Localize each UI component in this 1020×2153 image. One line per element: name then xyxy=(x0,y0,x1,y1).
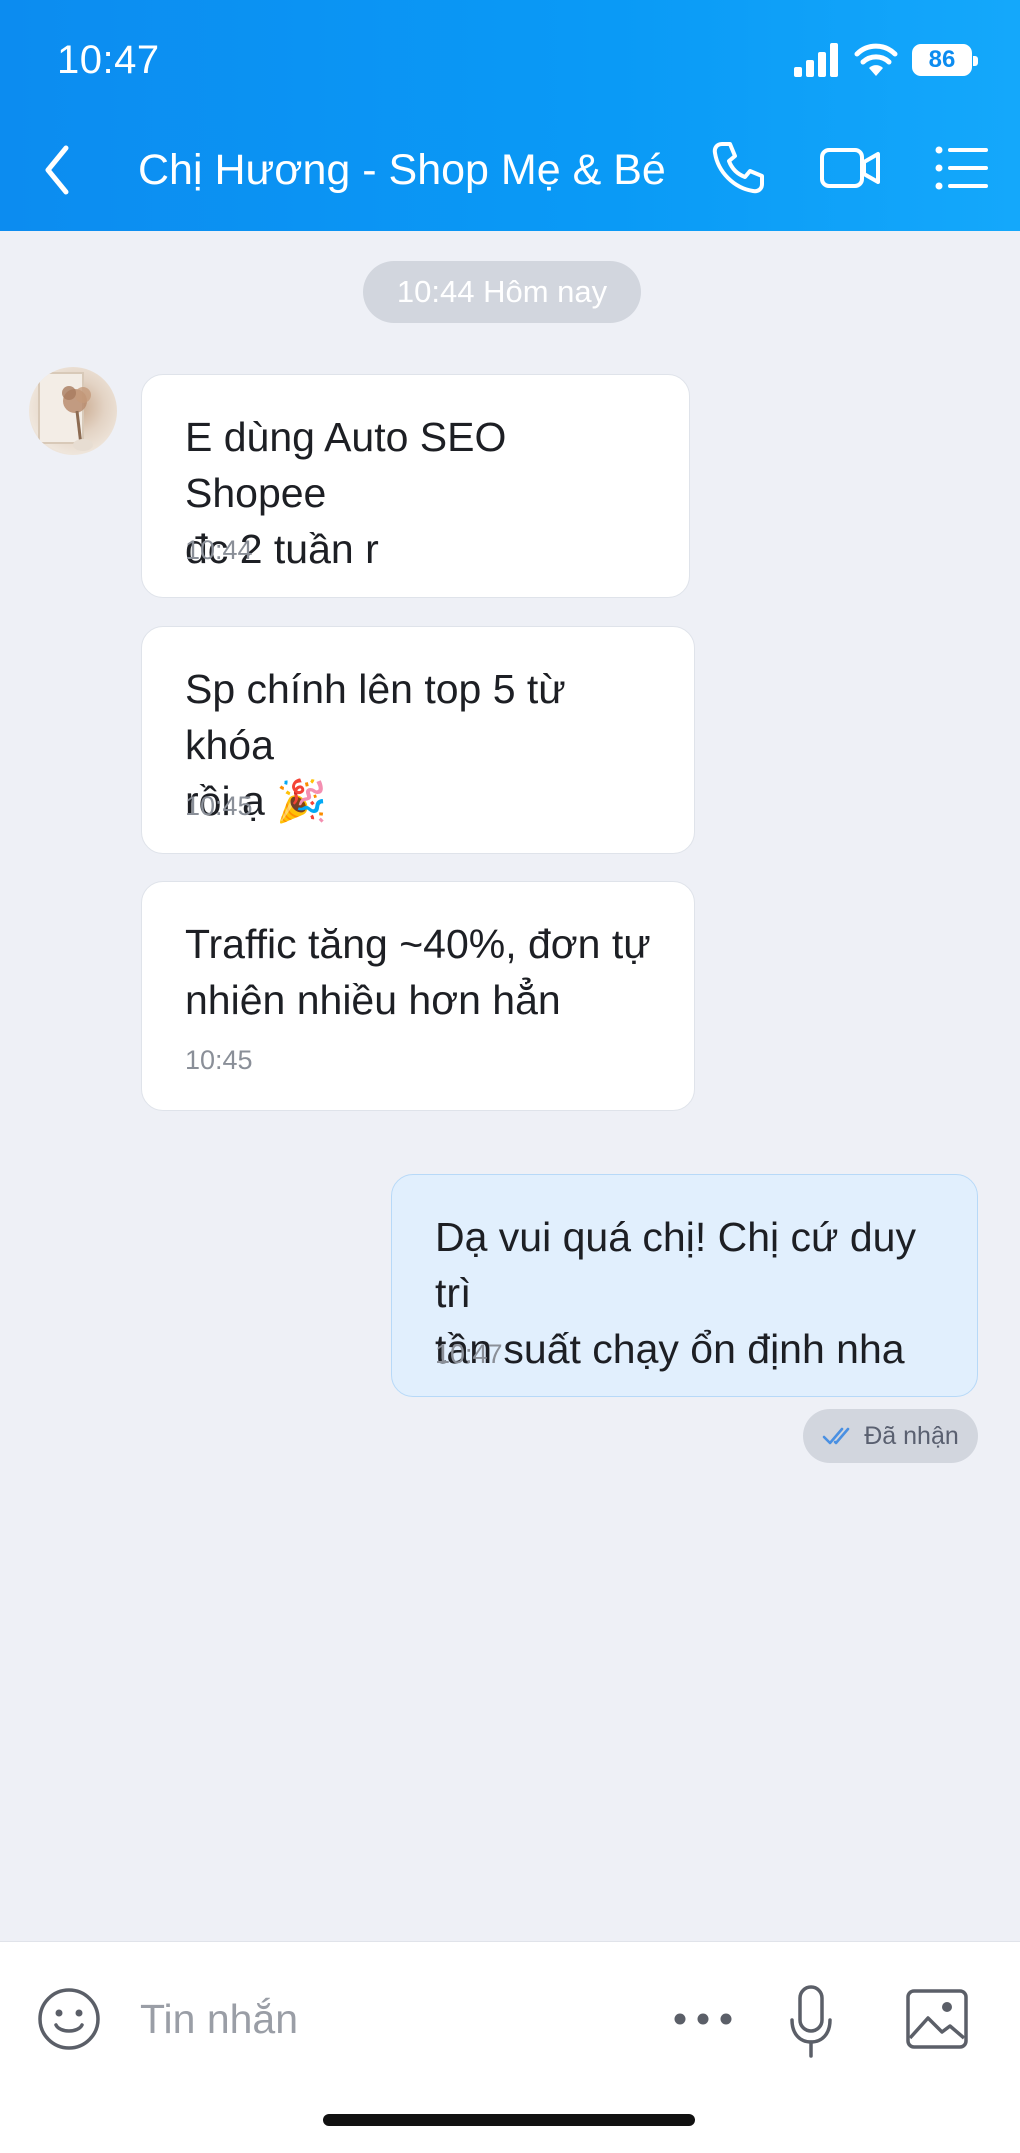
message-input[interactable] xyxy=(140,1988,640,2050)
signal-icon xyxy=(794,43,838,77)
video-call-icon[interactable] xyxy=(818,136,882,200)
status-time: 10:47 xyxy=(57,38,160,82)
home-indicator xyxy=(323,2114,695,2126)
message-time: 10:45 xyxy=(185,791,253,821)
message-text: E dùng Auto SEO Shopee đc 2 tuần r xyxy=(185,414,507,572)
status-icons: 86 xyxy=(794,38,978,82)
message-bubble-incoming[interactable]: Traffic tăng ~40%, đơn tự nhiên nhiều hơ… xyxy=(141,881,695,1111)
menu-list-icon[interactable] xyxy=(930,136,994,200)
chat-area[interactable]: 10:44 Hôm nay E dùng Auto SEO Shopee đc … xyxy=(0,231,1020,1941)
message-text: Traffic tăng ~40%, đơn tự nhiên nhiều hơ… xyxy=(185,921,651,1023)
double-check-icon xyxy=(822,1427,850,1445)
message-bubble-incoming[interactable]: Sp chính lên top 5 từ khóa rồi ạ 🎉 10:45 xyxy=(141,626,695,854)
nav-bar: Chị Hương - Shop Mẹ & Bé xyxy=(0,130,1020,212)
phone-call-icon[interactable] xyxy=(706,136,770,200)
delivery-status-badge: Đã nhận xyxy=(803,1409,978,1463)
message-bubble-outgoing[interactable]: Dạ vui quá chị! Chị cứ duy trì tần suất … xyxy=(391,1174,978,1397)
message-text: Dạ vui quá chị! Chị cứ duy trì tần suất … xyxy=(435,1214,916,1372)
message-bubble-incoming[interactable]: E dùng Auto SEO Shopee đc 2 tuần r 10:44 xyxy=(141,374,690,598)
emoji-icon[interactable] xyxy=(36,1986,102,2052)
avatar[interactable] xyxy=(29,367,117,455)
chat-title[interactable]: Chị Hương - Shop Mẹ & Bé xyxy=(138,146,666,195)
message-input-bar xyxy=(0,1941,1020,2153)
message-time: 10:44 xyxy=(185,535,253,565)
date-divider: 10:44 Hôm nay xyxy=(363,261,641,323)
back-button[interactable] xyxy=(36,138,80,202)
message-text: Sp chính lên top 5 từ khóa rồi ạ 🎉 xyxy=(185,666,566,824)
dried-flower-picture xyxy=(38,372,93,451)
message-time: 10:45 xyxy=(185,1045,253,1075)
message-time: 10:47 xyxy=(435,1339,503,1369)
battery-icon: 86 xyxy=(912,44,978,76)
chat-header: 10:47 86 Chị Hương - Shop Mẹ & Bé xyxy=(0,0,1020,231)
more-options-icon[interactable] xyxy=(670,1986,736,2052)
delivery-status-text: Đã nhận xyxy=(864,1421,959,1450)
microphone-icon[interactable] xyxy=(788,1984,834,2064)
image-gallery-icon[interactable] xyxy=(904,1986,970,2052)
wifi-icon xyxy=(854,43,898,76)
